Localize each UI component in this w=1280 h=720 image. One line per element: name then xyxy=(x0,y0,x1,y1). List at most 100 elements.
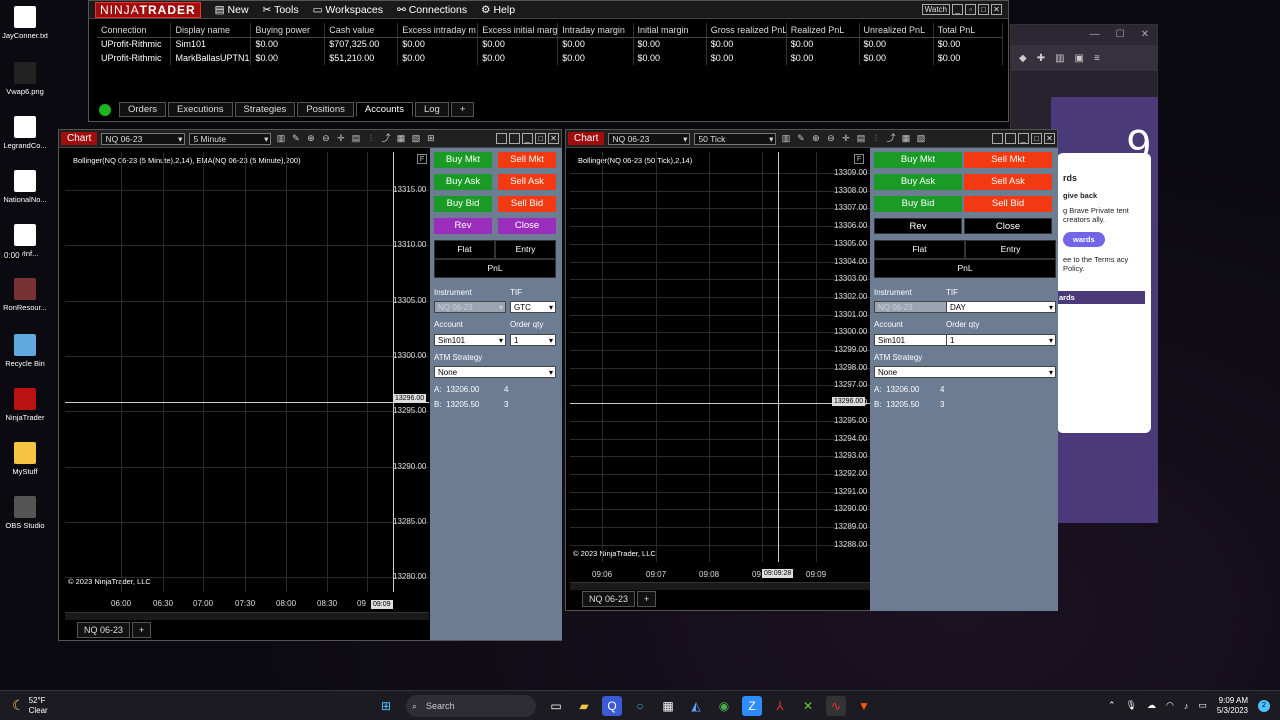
sell-mkt-button[interactable]: Sell Mkt xyxy=(498,152,556,168)
horizontal-scrollbar[interactable] xyxy=(65,612,429,620)
accounts-grid[interactable]: Connection Display name Buying power Cash v… xyxy=(97,23,1004,65)
bar-type-icon[interactable]: ▥ xyxy=(275,133,286,144)
desktop-icon[interactable]: MyStuff xyxy=(0,442,50,476)
crosshair-icon[interactable]: ✛ xyxy=(335,133,346,144)
horizontal-scrollbar[interactable] xyxy=(570,582,870,590)
microphone-icon[interactable]: 🎙 xyxy=(1126,700,1137,711)
edge-icon[interactable]: ◭ xyxy=(686,696,706,716)
tile-icon[interactable] xyxy=(1005,133,1016,144)
chart-window-50tick[interactable]: Chart NQ 06-23 50 Tick ▥ ✎ ⊕ ⊖ ✛ ▤ ⫶ ⤴ ▦… xyxy=(565,129,1058,611)
desktop-icon[interactable]: NationalNo... xyxy=(0,170,50,204)
strategy-icon[interactable]: ⤴ xyxy=(380,133,391,144)
notification-icon[interactable]: 2 xyxy=(1258,699,1270,712)
buy-bid-button[interactable]: Buy Bid xyxy=(874,196,962,212)
column-header[interactable]: Display name xyxy=(170,23,252,38)
tab-log[interactable]: Log xyxy=(414,102,449,117)
chart-window-5min[interactable]: Chart NQ 06-23 5 Minute ▥ ✎ ⊕ ⊖ ✛ ▤ ⫶ ⤴ … xyxy=(58,129,562,641)
task-view-icon[interactable]: ▭ xyxy=(546,696,566,716)
volume-icon[interactable]: ♪ xyxy=(1184,701,1189,711)
price-panel[interactable]: Bollinger(NQ 06-23 (50 Tick),2,14) © 202… xyxy=(570,152,870,562)
price-axis[interactable]: 13309.00 13308.00 13307.00 13306.00 13305.00… xyxy=(832,158,872,549)
chart-trader-icon[interactable]: ▧ xyxy=(410,133,421,144)
data-box-icon[interactable]: ⊞ xyxy=(425,133,436,144)
pencil-icon[interactable]: ✎ xyxy=(290,133,301,144)
app-q-icon[interactable]: Q xyxy=(602,695,622,716)
brave-icon[interactable]: ▼ xyxy=(854,696,874,716)
atm-strategy-select[interactable]: None xyxy=(874,366,1056,379)
table-row[interactable]: UProfit-Rithmic MarkBallasUPTN1 $0.00 $51,2… xyxy=(97,51,1004,65)
tab-strategies[interactable]: Strategies xyxy=(234,102,296,117)
chart-tab-nq[interactable]: NQ 06-23 xyxy=(77,622,131,638)
zoom-icon[interactable]: Z xyxy=(742,695,762,716)
tif-select[interactable]: DAY xyxy=(946,301,1056,314)
menu-new[interactable]: ▤ New xyxy=(215,4,249,16)
zoom-out-icon[interactable]: ⊖ xyxy=(320,133,331,144)
menu-tools[interactable]: ✂ Tools xyxy=(263,4,299,16)
weather-widget[interactable]: ☾ 52°F Clear xyxy=(12,696,372,716)
close-icon[interactable]: ✕ xyxy=(548,133,559,144)
tab-positions[interactable]: Positions xyxy=(297,102,354,117)
add-tab-button[interactable]: + xyxy=(450,102,475,117)
buy-mkt-button[interactable]: Buy Mkt xyxy=(874,152,962,168)
tif-select[interactable]: GTC xyxy=(510,301,556,314)
sell-bid-button[interactable]: Sell Bid xyxy=(964,196,1052,212)
close-button[interactable]: Close xyxy=(964,218,1052,234)
pencil-icon[interactable]: ✎ xyxy=(795,133,806,144)
close-icon[interactable]: ✕ xyxy=(1141,29,1149,41)
tab-executions[interactable]: Executions xyxy=(168,102,233,117)
pnl-display[interactable]: PnL xyxy=(434,259,556,278)
sell-mkt-button[interactable]: Sell Mkt xyxy=(964,152,1052,168)
sell-ask-button[interactable]: Sell Ask xyxy=(498,174,556,190)
price-panel[interactable]: Bollinger(NQ 06-23 (5 Minute),2,14), EMA… xyxy=(65,152,429,592)
add-tab-button[interactable]: + xyxy=(637,591,657,607)
ninjatrader-icon[interactable]: ∿ xyxy=(826,695,846,716)
column-header[interactable]: Excess intraday m xyxy=(397,23,479,38)
sell-ask-button[interactable]: Sell Ask xyxy=(964,174,1052,190)
column-header[interactable]: Cash value xyxy=(324,23,399,38)
desktop-icon[interactable]: OBS Studio xyxy=(0,496,50,530)
column-header[interactable]: Total PnL xyxy=(933,23,1004,38)
minimize-icon[interactable]: _ xyxy=(952,4,963,15)
zoom-in-icon[interactable]: ⊕ xyxy=(810,133,821,144)
minimize-icon[interactable]: _ xyxy=(522,133,533,144)
interval-select[interactable]: 5 Minute xyxy=(189,132,272,145)
interval-select[interactable]: 50 Tick xyxy=(694,132,777,145)
rev-button[interactable]: Rev xyxy=(434,218,492,234)
maximize-icon[interactable]: □ xyxy=(1031,133,1042,144)
indicator-icon[interactable]: ⫶ xyxy=(870,133,881,144)
atm-strategy-select[interactable]: None xyxy=(434,366,556,379)
buy-bid-button[interactable]: Buy Bid xyxy=(434,196,492,212)
file-explorer-icon[interactable]: ▰ xyxy=(574,696,594,716)
clock[interactable]: 9:09 AM 5/3/2023 xyxy=(1217,696,1248,716)
properties-icon[interactable]: ▦ xyxy=(395,133,406,144)
puzzle-icon[interactable]: ✚ xyxy=(1037,53,1045,64)
tile-icon[interactable] xyxy=(992,133,1003,144)
desktop-icon[interactable]: LegrandCo... xyxy=(0,116,50,150)
column-header[interactable]: Connection xyxy=(97,23,172,38)
start-icon[interactable]: ⊞ xyxy=(376,696,396,716)
chart-tab-nq[interactable]: NQ 06-23 xyxy=(582,591,636,607)
rev-button[interactable]: Rev xyxy=(874,218,962,234)
column-header[interactable]: Excess initial marg xyxy=(477,23,559,38)
maximize-icon[interactable]: □ xyxy=(535,133,546,144)
close-icon[interactable]: ✕ xyxy=(991,4,1002,15)
chevron-up-icon[interactable]: ⌃ xyxy=(1108,700,1116,711)
desktop-icon[interactable]: NinjaTrader xyxy=(0,388,50,422)
desktop-icon[interactable]: JayConner.txt xyxy=(0,6,50,40)
store-icon[interactable]: ▦ xyxy=(658,696,678,716)
menu-workspaces[interactable]: ▭ Workspaces xyxy=(313,4,383,16)
order-qty-stepper[interactable]: 1 xyxy=(510,334,556,347)
close-button[interactable]: Close xyxy=(498,218,556,234)
desktop-icon[interactable]: Recycle Bin xyxy=(0,334,50,368)
rewards-button[interactable]: wards xyxy=(1063,232,1105,247)
zoom-in-icon[interactable]: ⊕ xyxy=(305,133,316,144)
rewards-terms[interactable]: ee to the Terms acy Policy. xyxy=(1063,255,1145,273)
column-header[interactable]: Realized PnL xyxy=(786,23,860,38)
drawing-icon[interactable]: ▤ xyxy=(350,133,361,144)
menu-icon[interactable]: ≡ xyxy=(1094,53,1100,64)
column-header[interactable]: Intraday margin xyxy=(557,23,634,38)
column-header[interactable]: Initial margin xyxy=(633,23,707,38)
crosshair-icon[interactable]: ✛ xyxy=(840,133,851,144)
sell-bid-button[interactable]: Sell Bid xyxy=(498,196,556,212)
cloud-icon[interactable]: ☁ xyxy=(1147,700,1156,711)
